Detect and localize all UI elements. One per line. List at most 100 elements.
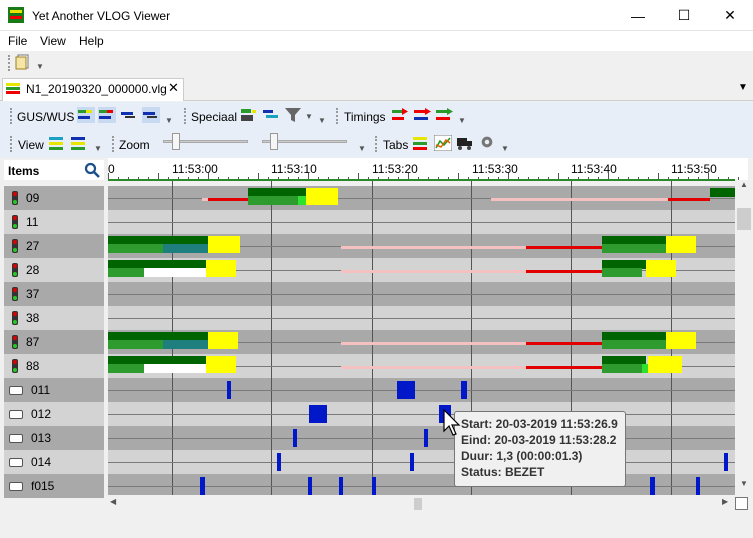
gus-wus-label: GUS/WUS xyxy=(17,110,75,124)
scroll-down-icon[interactable]: ▼ xyxy=(735,479,753,493)
chevron-down-icon[interactable]: ▼ xyxy=(501,144,509,153)
detector-occupancy-block xyxy=(200,477,205,495)
detector-occupancy-block xyxy=(650,477,655,495)
view-1-icon[interactable] xyxy=(48,135,66,151)
tabs-graph-icon[interactable] xyxy=(434,135,452,151)
timings-2-icon[interactable] xyxy=(413,107,431,123)
red-phase-line xyxy=(526,342,602,345)
list-item[interactable]: 011 xyxy=(4,378,104,402)
toolbar-grip[interactable] xyxy=(10,136,12,152)
scroll-left-icon[interactable]: ◀ xyxy=(110,497,116,506)
menu-bar xyxy=(0,31,753,51)
chevron-down-icon[interactable]: ▼ xyxy=(165,116,173,125)
chevron-down-icon[interactable]: ▼ xyxy=(305,112,313,121)
toolbar-grip[interactable] xyxy=(8,55,10,71)
green-phase-bar xyxy=(108,356,206,365)
size-grip-box xyxy=(735,497,748,510)
detector-occupancy-block xyxy=(293,429,297,447)
red-phase-line xyxy=(208,198,248,201)
toolbar-grip[interactable] xyxy=(375,136,377,152)
chevron-down-icon[interactable]: ▼ xyxy=(36,62,44,71)
request-line xyxy=(491,198,669,201)
zoom-slider-2-thumb[interactable] xyxy=(270,133,278,150)
toolbar-grip[interactable] xyxy=(112,136,114,152)
list-item[interactable]: 09 xyxy=(4,186,104,210)
toolbar-grip[interactable] xyxy=(336,108,338,124)
toolbar-grip[interactable] xyxy=(10,108,12,124)
items-header-label: Items xyxy=(8,164,40,178)
status-bar xyxy=(0,514,753,538)
detector-loop-icon xyxy=(9,433,23,443)
menu-help[interactable]: Help xyxy=(79,34,104,48)
traffic-light-icon xyxy=(12,239,18,253)
white-phase-bar xyxy=(144,268,206,277)
detector-loop-icon xyxy=(9,409,23,419)
list-item[interactable]: 88 xyxy=(4,354,104,378)
vertical-scrollbar[interactable]: ▲ ▼ xyxy=(735,180,753,497)
list-item[interactable]: 37 xyxy=(4,282,104,306)
tooltip-end: Eind: 20-03-2019 11:53:28.2 xyxy=(461,433,617,447)
list-item[interactable]: 28 xyxy=(4,258,104,282)
list-item[interactable]: 014 xyxy=(4,450,104,474)
vlog-file-icon xyxy=(6,83,20,94)
list-item[interactable]: 013 xyxy=(4,426,104,450)
green-phase-bar xyxy=(602,356,646,365)
special-bars-icon[interactable] xyxy=(262,107,280,123)
menu-view[interactable]: View xyxy=(40,34,66,48)
open-file-icon[interactable] xyxy=(15,54,31,70)
toolbar-grip[interactable] xyxy=(184,108,186,124)
list-item[interactable]: 38 xyxy=(4,306,104,330)
search-icon[interactable] xyxy=(84,162,100,178)
chevron-down-icon[interactable]: ▼ xyxy=(318,116,326,125)
amber-phase-bar xyxy=(666,236,696,253)
zoom-slider-thumb[interactable] xyxy=(172,133,180,150)
special-bus-icon[interactable] xyxy=(240,107,258,123)
list-item[interactable]: f015 xyxy=(4,474,104,498)
detector-loop-icon xyxy=(9,385,23,395)
traffic-light-icon xyxy=(12,359,18,373)
chevron-down-icon[interactable]: ▼ xyxy=(94,144,102,153)
filter-icon[interactable] xyxy=(284,107,302,123)
amber-phase-bar xyxy=(206,356,236,373)
close-window-button[interactable]: ✕ xyxy=(707,0,753,31)
chevron-down-icon[interactable]: ▼ xyxy=(358,144,366,153)
tab-close-icon[interactable]: ✕ xyxy=(168,80,179,96)
tabs-label: Tabs xyxy=(383,138,409,152)
gus-view-3-icon[interactable] xyxy=(120,107,138,123)
gus-view-4-icon[interactable] xyxy=(142,107,160,123)
timeline-chart[interactable] xyxy=(108,158,735,498)
horizontal-scroll-thumb[interactable] xyxy=(414,498,422,510)
timings-3-icon[interactable] xyxy=(435,107,453,123)
list-item[interactable]: 27 xyxy=(4,234,104,258)
settings-gear-icon[interactable] xyxy=(478,134,496,150)
list-item[interactable]: 87 xyxy=(4,330,104,354)
view-2-icon[interactable] xyxy=(70,135,88,151)
tab-list-chevron-icon[interactable]: ▼ xyxy=(738,82,748,93)
maximize-button[interactable]: ☐ xyxy=(661,0,707,31)
timings-1-icon[interactable] xyxy=(391,107,409,123)
vertical-scroll-thumb[interactable] xyxy=(737,208,751,230)
row-midline xyxy=(108,222,735,223)
list-item[interactable]: 012 xyxy=(4,402,104,426)
detector-occupancy-block xyxy=(372,477,376,495)
scroll-right-icon[interactable]: ▶ xyxy=(722,497,728,506)
horizontal-scrollbar[interactable]: ◀ ▶ xyxy=(108,495,735,513)
green-phase-bar xyxy=(602,236,666,245)
detector-occupancy-block xyxy=(308,477,312,495)
scroll-up-icon[interactable]: ▲ xyxy=(735,180,753,194)
gus-view-2-icon[interactable] xyxy=(98,107,116,123)
tabs-vehicle-icon[interactable] xyxy=(456,135,474,151)
amber-phase-bar xyxy=(646,260,676,277)
gus-view-1-icon[interactable] xyxy=(77,107,95,123)
item-label: f015 xyxy=(31,479,55,493)
item-label: 013 xyxy=(31,431,52,445)
grid-line xyxy=(271,181,272,498)
chevron-down-icon[interactable]: ▼ xyxy=(458,116,466,125)
tabs-timeline-icon[interactable] xyxy=(412,135,430,151)
minimize-button[interactable]: — xyxy=(615,0,661,31)
menu-file[interactable]: File xyxy=(8,34,27,48)
detector-occupancy-block xyxy=(339,477,343,495)
green-phase-bar xyxy=(602,332,666,341)
list-item[interactable]: 11 xyxy=(4,210,104,234)
amber-phase-bar xyxy=(666,332,696,349)
